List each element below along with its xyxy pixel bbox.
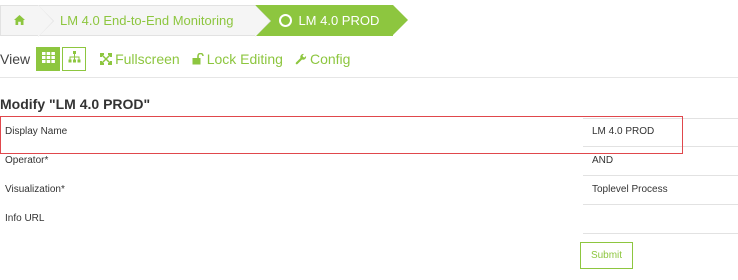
grid-view-button[interactable] [36, 47, 61, 71]
view-label: View [0, 51, 31, 67]
wrench-icon [295, 53, 307, 65]
operator-label: Operator* [5, 155, 49, 166]
lock-editing-button[interactable]: Lock Editing [192, 51, 283, 67]
info-url-field[interactable] [583, 205, 738, 234]
lock-editing-label: Lock Editing [206, 51, 283, 67]
tree-view-button[interactable] [62, 47, 87, 71]
sitemap-icon [68, 50, 81, 68]
status-dot-icon [279, 14, 293, 27]
unlock-icon [192, 53, 204, 65]
fullscreen-label: Fullscreen [115, 51, 180, 67]
breadcrumb-parent-label: LM 4.0 End-to-End Monitoring [60, 13, 234, 28]
breadcrumb-home[interactable] [0, 5, 54, 37]
breadcrumb-current: LM 4.0 PROD [255, 5, 409, 36]
visualization-value[interactable]: Toplevel Process [592, 184, 668, 195]
visualization-label: Visualization* [5, 184, 65, 195]
highlight-box [0, 116, 683, 154]
grid-icon [41, 50, 55, 68]
config-label: Config [309, 51, 351, 67]
breadcrumb-current-label: LM 4.0 PROD [298, 13, 380, 28]
submit-button[interactable]: Submit [580, 242, 633, 269]
breadcrumb: LM 4.0 End-to-End Monitoring LM 4.0 PROD [0, 5, 409, 37]
form-row-info-url: Info URL [0, 205, 738, 234]
expand-icon [100, 53, 113, 65]
operator-value[interactable]: AND [592, 155, 613, 166]
form-title: Modify "LM 4.0 PROD" [0, 96, 151, 112]
toolbar: View Fullscreen Lock Editing Config [0, 47, 350, 71]
breadcrumb-parent[interactable]: LM 4.0 End-to-End Monitoring [38, 5, 272, 37]
home-icon [14, 13, 25, 28]
fullscreen-button[interactable]: Fullscreen [100, 51, 180, 67]
config-button[interactable]: Config [295, 51, 350, 67]
info-url-label: Info URL [5, 213, 45, 224]
form-row-visualization: Visualization* Toplevel Process [0, 176, 738, 205]
divider [0, 77, 738, 78]
